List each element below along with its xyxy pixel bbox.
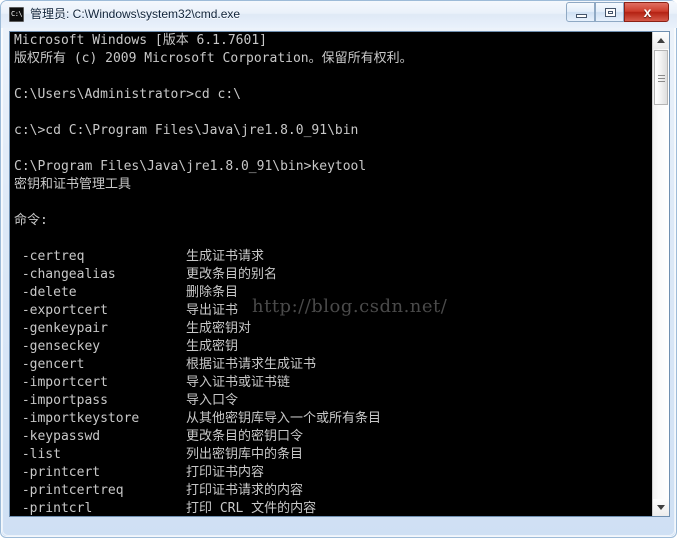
- cmd-app-icon: C:\: [9, 7, 24, 22]
- title-bar[interactable]: C:\ 管理员: C:\Windows\system32\cmd.exe x: [1, 1, 677, 28]
- console-line: C:\Users\Administrator>cd c:\: [14, 87, 241, 102]
- window-title: 管理员: C:\Windows\system32\cmd.exe: [30, 7, 241, 21]
- command-name: -printcrl: [14, 501, 93, 516]
- command-name: -exportcert: [14, 303, 108, 318]
- console-line: 密钥和证书管理工具: [14, 177, 132, 192]
- command-name: -list: [14, 447, 61, 462]
- command-row: -keypasswd 更改条目的密钥口令: [14, 428, 653, 446]
- command-name: -printcertreq: [14, 483, 124, 498]
- console-line: C:\Program Files\Java\jre1.8.0_91\bin>ke…: [14, 159, 367, 174]
- chevron-down-icon: [657, 505, 665, 510]
- command-description: 根据证书请求生成证书: [186, 357, 317, 372]
- command-row: -list 列出密钥库中的条目: [14, 446, 653, 464]
- command-row: -importcert 导入证书或证书链: [14, 374, 653, 392]
- scrollbar-thumb[interactable]: [654, 50, 668, 105]
- console-output[interactable]: Microsoft Windows [版本 6.1.7601] 版权所有 (c) …: [10, 32, 653, 516]
- command-name: -importcert: [14, 375, 108, 390]
- console-line: 版权所有 (c) 2009 Microsoft Corporation。保留所有…: [14, 51, 413, 66]
- command-name: -changealias: [14, 267, 116, 282]
- scroll-up-button[interactable]: [653, 32, 669, 49]
- command-row: -exportcert 导出证书: [14, 302, 653, 320]
- command-description: 打印证书请求的内容: [186, 483, 304, 498]
- command-row: -importkeystore 从其他密钥库导入一个或所有条目: [14, 410, 653, 428]
- grip-line: [658, 75, 665, 76]
- command-description: 生成密钥: [186, 339, 239, 354]
- vertical-scrollbar[interactable]: [652, 32, 669, 516]
- command-description: 列出密钥库中的条目: [186, 447, 304, 462]
- console-client-area[interactable]: Microsoft Windows [版本 6.1.7601] 版权所有 (c) …: [9, 31, 670, 517]
- command-description: 更改条目的密钥口令: [186, 429, 304, 444]
- grip-line: [658, 78, 665, 79]
- command-row: -printcrl 打印 CRL 文件的内容: [14, 500, 653, 516]
- command-row: -gencert 根据证书请求生成证书: [14, 356, 653, 374]
- chevron-up-icon: [657, 38, 665, 43]
- command-description: 导入证书或证书链: [186, 375, 291, 390]
- command-name: -genkeypair: [14, 321, 108, 336]
- command-row: -certreq 生成证书请求: [14, 248, 653, 266]
- command-name: -importkeystore: [14, 411, 140, 426]
- command-name: -keypasswd: [14, 429, 101, 444]
- command-description: 打印 CRL 文件的内容: [186, 501, 317, 516]
- console-line: Microsoft Windows [版本 6.1.7601]: [14, 33, 267, 48]
- close-icon: x: [643, 4, 652, 20]
- command-row: -delete 删除条目: [14, 284, 653, 302]
- command-row: -genseckey 生成密钥: [14, 338, 653, 356]
- command-name: -genseckey: [14, 339, 101, 354]
- command-name: -gencert: [14, 357, 85, 372]
- maximize-button[interactable]: [595, 2, 624, 22]
- command-row: -importpass 导入口令: [14, 392, 653, 410]
- command-name: -printcert: [14, 465, 101, 480]
- command-name: -importpass: [14, 393, 108, 408]
- command-row: -printcert 打印证书内容: [14, 464, 653, 482]
- cmd-icon-label: C:\: [11, 10, 23, 18]
- command-description: 更改条目的别名: [186, 267, 278, 282]
- scroll-down-button[interactable]: [653, 499, 669, 516]
- command-description: 导出证书: [186, 303, 239, 318]
- command-description: 删除条目: [186, 285, 239, 300]
- command-name: -delete: [14, 285, 77, 300]
- command-description: 打印证书内容: [186, 465, 265, 480]
- command-description: 从其他密钥库导入一个或所有条目: [186, 411, 382, 426]
- command-description: 导入口令: [186, 393, 239, 408]
- minimize-button[interactable]: [566, 2, 595, 22]
- close-button[interactable]: x: [624, 2, 669, 22]
- minimize-icon: [576, 14, 587, 18]
- console-line: 命令:: [14, 213, 48, 228]
- console-line: c:\>cd C:\Program Files\Java\jre1.8.0_91…: [14, 123, 359, 138]
- maximize-icon: [605, 8, 616, 17]
- grip-line: [658, 81, 665, 82]
- command-name: -certreq: [14, 249, 85, 264]
- cmd-window[interactable]: C:\ 管理员: C:\Windows\system32\cmd.exe x M…: [0, 0, 677, 538]
- command-row: -printcertreq 打印证书请求的内容: [14, 482, 653, 500]
- command-row: -genkeypair 生成密钥对: [14, 320, 653, 338]
- command-row: -changealias 更改条目的别名: [14, 266, 653, 284]
- console-lines: Microsoft Windows [版本 6.1.7601] 版权所有 (c) …: [14, 32, 653, 516]
- command-description: 生成密钥对: [186, 321, 252, 336]
- command-description: 生成证书请求: [186, 249, 265, 264]
